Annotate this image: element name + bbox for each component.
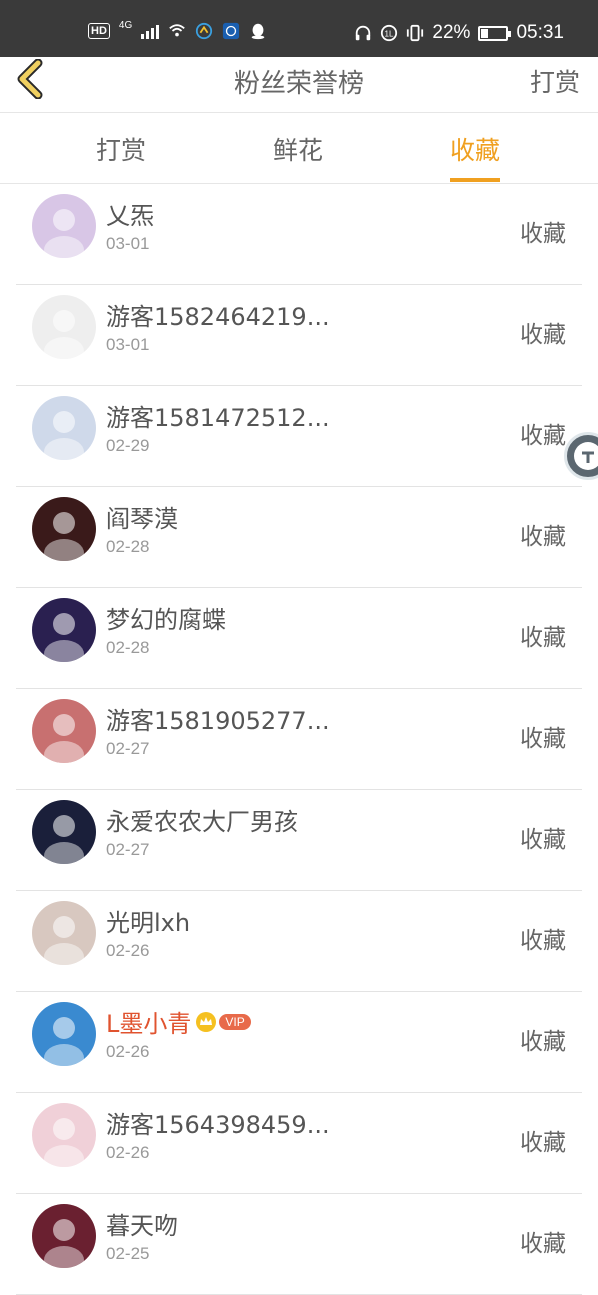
fan-name-text: L墨小青 xyxy=(106,1010,192,1038)
fan-date: 03-01 xyxy=(106,234,150,253)
fan-name: 游客1564398459... xyxy=(106,1105,330,1140)
fan-date: 02-28 xyxy=(106,537,150,556)
avatar[interactable] xyxy=(32,497,96,561)
list-item[interactable]: 永爱农农大厂男孩 02-27 收藏 xyxy=(16,790,582,891)
fan-action-label: 收藏 xyxy=(520,1029,566,1055)
battery-percent: 22% xyxy=(432,22,471,43)
avatar[interactable] xyxy=(32,800,96,864)
crown-icon xyxy=(195,1011,217,1033)
fan-action-label: 收藏 xyxy=(520,423,566,449)
fan-name: 光明lxh xyxy=(106,903,190,938)
call-app-icon xyxy=(196,22,213,40)
headphones-icon xyxy=(356,25,371,41)
fan-action-label: 收藏 xyxy=(520,726,566,752)
tab-bar: 打赏 鲜花 收藏 xyxy=(0,113,598,184)
fan-name: L墨小青 VIP xyxy=(106,1004,251,1039)
fan-name: 阎琴漠 xyxy=(106,499,178,534)
list-item[interactable]: 乂炁 03-01 收藏 xyxy=(16,184,582,285)
fan-date: 02-26 xyxy=(106,1042,150,1061)
fan-name: 暮天吻 xyxy=(106,1206,178,1241)
fan-action-label: 收藏 xyxy=(520,625,566,651)
status-bar: HD 4G 1L 22% 05:31 xyxy=(0,0,598,57)
fan-action-label: 收藏 xyxy=(520,1130,566,1156)
status-left-icons: HD 4G xyxy=(88,19,267,40)
header-bar: 粉丝荣誉榜 打赏 xyxy=(0,57,598,113)
list-item[interactable]: 游客1581472512... 02-29 收藏 xyxy=(16,386,582,487)
reward-link[interactable]: 打赏 xyxy=(530,63,580,99)
page-title: 粉丝荣誉榜 xyxy=(233,69,364,99)
list-item[interactable]: 阎琴漠 02-28 收藏 xyxy=(16,487,582,588)
fan-action-label: 收藏 xyxy=(520,524,566,550)
network-type: 4G xyxy=(118,19,133,31)
avatar[interactable] xyxy=(32,598,96,662)
list-item[interactable]: 游客1582464219... 03-01 收藏 xyxy=(16,285,582,386)
fan-action-label: 收藏 xyxy=(520,928,566,954)
fan-name-text: 游客1582464219... xyxy=(106,303,330,331)
data-saver-icon: 1L xyxy=(381,24,398,42)
avatar[interactable] xyxy=(32,699,96,763)
avatar[interactable] xyxy=(32,901,96,965)
status-right-icons: 1L 22% 05:31 xyxy=(354,22,564,44)
fan-name: 梦幻的腐蝶 xyxy=(106,600,226,635)
list-item[interactable]: 游客1564398459... 02-26 收藏 xyxy=(16,1093,582,1194)
avatar[interactable] xyxy=(32,1204,96,1268)
fan-name: 游客1582464219... xyxy=(106,297,330,332)
fan-action-label: 收藏 xyxy=(520,221,566,247)
tab-reward[interactable]: 打赏 xyxy=(96,131,146,167)
battery-icon xyxy=(478,25,512,41)
vibrate-icon xyxy=(407,24,424,42)
vip-badge: VIP xyxy=(219,1013,251,1030)
fan-action-label: 收藏 xyxy=(520,827,566,853)
avatar[interactable] xyxy=(32,1002,96,1066)
fan-date: 02-27 xyxy=(106,739,150,758)
qq-icon xyxy=(251,23,265,40)
fan-list: 乂炁 03-01 收藏 游客1582464219... 03-01 收藏 游客1581472… xyxy=(0,184,598,1295)
clock: 05:31 xyxy=(516,22,564,43)
fan-name-text: 阎琴漠 xyxy=(106,505,178,533)
fan-name-text: 暮天吻 xyxy=(106,1212,178,1240)
fan-name: 永爱农农大厂男孩 xyxy=(106,802,298,837)
app-notification-icon xyxy=(223,22,240,40)
fan-date: 02-27 xyxy=(106,840,150,859)
fan-date: 03-01 xyxy=(106,335,150,354)
floating-assist-button[interactable] xyxy=(564,432,598,480)
hd-icon: HD xyxy=(88,23,110,39)
fan-name-text: 光明lxh xyxy=(106,909,191,937)
fan-action-label: 收藏 xyxy=(520,322,566,348)
list-item[interactable]: 梦幻的腐蝶 02-28 收藏 xyxy=(16,588,582,689)
fan-date: 02-28 xyxy=(106,638,150,657)
floating-assist-icon xyxy=(574,442,598,470)
fan-name-text: 游客1564398459... xyxy=(106,1111,330,1139)
fan-date: 02-26 xyxy=(106,1143,150,1162)
svg-text:1L: 1L xyxy=(385,30,394,39)
wifi-icon xyxy=(169,24,186,37)
fan-name: 游客1581472512... xyxy=(106,398,330,433)
fan-date: 02-25 xyxy=(106,1244,150,1263)
signal-icon xyxy=(141,23,160,39)
fan-name-text: 梦幻的腐蝶 xyxy=(106,606,226,634)
fan-name-text: 游客1581472512... xyxy=(106,404,330,432)
list-item[interactable]: 光明lxh 02-26 收藏 xyxy=(16,891,582,992)
tab-favorites[interactable]: 收藏 xyxy=(450,131,501,182)
avatar[interactable] xyxy=(32,1103,96,1167)
list-item[interactable]: L墨小青 VIP 02-26 收藏 xyxy=(16,992,582,1093)
fan-action-label: 收藏 xyxy=(520,1231,566,1257)
fan-name-text: 乂炁 xyxy=(106,202,154,230)
fan-name-text: 游客1581905277... xyxy=(106,707,330,735)
fan-name: 游客1581905277... xyxy=(106,701,330,736)
fan-name-text: 永爱农农大厂男孩 xyxy=(106,808,298,836)
avatar[interactable] xyxy=(32,295,96,359)
tab-flowers[interactable]: 鲜花 xyxy=(273,131,323,167)
fan-name: 乂炁 xyxy=(106,196,154,231)
fan-date: 02-26 xyxy=(106,941,150,960)
avatar[interactable] xyxy=(32,194,96,258)
fan-date: 02-29 xyxy=(106,436,150,455)
avatar[interactable] xyxy=(32,396,96,460)
list-item[interactable]: 游客1581905277... 02-27 收藏 xyxy=(16,689,582,790)
